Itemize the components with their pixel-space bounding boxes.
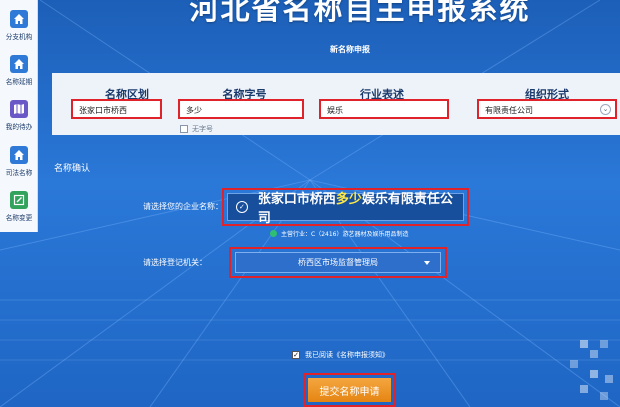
no-name-checkbox[interactable]: 无字号 bbox=[180, 124, 213, 134]
company-name-region: 张家口市桥西 bbox=[257, 192, 336, 207]
agreement-label: 我已阅读《名称申报须知》 bbox=[305, 351, 389, 359]
section-title: 新名称申报 bbox=[330, 45, 370, 54]
main-industry-note: 主营行业：C（2416）游艺器材及娱乐用品制造 bbox=[270, 229, 408, 238]
company-name-label: 请选择您的企业名称： bbox=[143, 202, 223, 211]
sidebar-item-todo[interactable]: 我的待办 bbox=[0, 100, 38, 132]
authority-value: 桥西区市场监督管理局 bbox=[298, 258, 378, 267]
check-dot-icon bbox=[270, 230, 277, 237]
company-name-word: 多少 bbox=[335, 192, 362, 207]
home-icon bbox=[10, 55, 28, 73]
industry-field[interactable]: 娱乐 bbox=[319, 99, 449, 119]
main-industry-text: 主营行业：C（2416）游艺器材及娱乐用品制造 bbox=[281, 231, 409, 238]
no-name-label: 无字号 bbox=[192, 125, 213, 133]
org-form-value: 有限责任公司 bbox=[485, 106, 533, 115]
sidebar-item-label: 名称变更 bbox=[5, 214, 33, 222]
confirm-section-title: 名称确认 bbox=[54, 164, 91, 174]
org-form-select[interactable]: 有限责任公司 ⌄ bbox=[477, 99, 617, 119]
checkbox-checked-icon: ✓ bbox=[292, 351, 300, 359]
sidebar-item-label: 分支机构 bbox=[5, 33, 33, 41]
home-icon bbox=[10, 146, 28, 164]
sidebar: 分支机构 名称延期 我的待办 司法名称 名称变更 bbox=[0, 0, 38, 232]
map-icon bbox=[10, 100, 28, 118]
word-field[interactable]: 多少 bbox=[178, 99, 304, 119]
home-icon bbox=[10, 10, 28, 28]
region-field[interactable]: 张家口市桥西 bbox=[71, 99, 162, 119]
sidebar-item-branch[interactable]: 分支机构 bbox=[0, 10, 38, 42]
checkbox-icon bbox=[180, 125, 188, 133]
chevron-down-icon: ⌄ bbox=[600, 104, 611, 115]
agreement-checkbox[interactable]: ✓ 我已阅读《名称申报须知》 bbox=[292, 350, 389, 360]
authority-label: 请选择登记机关： bbox=[143, 258, 207, 267]
authority-select[interactable]: 桥西区市场监督管理局 bbox=[229, 247, 447, 278]
submit-button[interactable]: 提交名称申请 bbox=[308, 378, 391, 402]
caret-down-icon bbox=[424, 261, 430, 265]
sidebar-item-label: 司法名称 bbox=[5, 169, 33, 177]
sidebar-item-change[interactable]: 名称变更 bbox=[0, 191, 38, 223]
sidebar-item-judicial[interactable]: 司法名称 bbox=[0, 146, 38, 178]
company-name-option[interactable]: ✓ 张家口市桥西多少娱乐有限责任公司 bbox=[222, 188, 469, 226]
edit-icon bbox=[10, 191, 28, 209]
company-name-text: 张家口市桥西多少娱乐有限责任公司 bbox=[258, 188, 463, 226]
app-title: 河北省名称自主申报系统 bbox=[189, 0, 531, 26]
sidebar-item-label: 我的待办 bbox=[5, 123, 33, 131]
sidebar-item-extension[interactable]: 名称延期 bbox=[0, 55, 38, 87]
sidebar-item-label: 名称延期 bbox=[5, 78, 33, 86]
watermark-mosaic bbox=[570, 340, 613, 400]
submit-highlight: 提交名称申请 bbox=[303, 373, 396, 407]
check-circle-icon: ✓ bbox=[236, 201, 248, 213]
